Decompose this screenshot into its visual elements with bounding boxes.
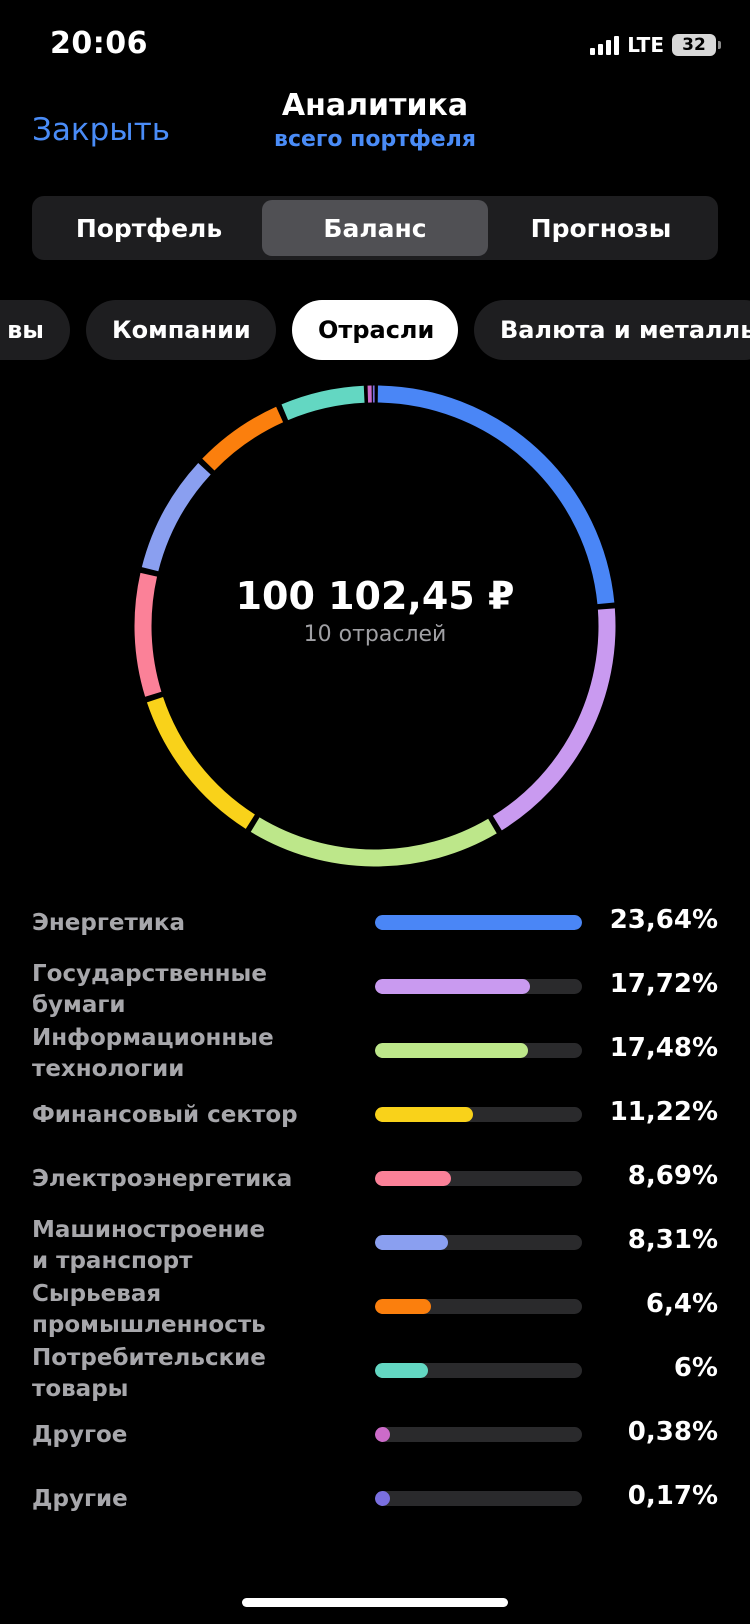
- legend-bar-track: [375, 1299, 582, 1314]
- legend-bar-track: [375, 1043, 582, 1058]
- status-indicators: LTE 32: [590, 32, 721, 58]
- legend-percent: 6%: [673, 1353, 718, 1383]
- legend-bar-fill: [375, 1363, 428, 1378]
- donut-segment: [377, 385, 615, 605]
- legend-percent: 0,17%: [627, 1481, 718, 1511]
- legend-bar-track: [375, 915, 582, 930]
- legend-bar-fill: [375, 1491, 390, 1506]
- legend-bar-fill: [375, 1235, 448, 1250]
- legend-bar-track: [375, 1363, 582, 1378]
- industries-count: 10 отраслей: [303, 622, 447, 647]
- legend-bar-fill: [375, 979, 531, 994]
- legend-percent: 0,38%: [627, 1417, 718, 1447]
- legend-bar-fill: [375, 1299, 432, 1314]
- page-subtitle: всего портфеля: [274, 127, 476, 152]
- donut-segment: [250, 817, 497, 867]
- home-indicator: [242, 1598, 508, 1607]
- legend-label: Электроэнергетика: [32, 1166, 293, 1192]
- filter-chips: вы Компании Отрасли Валюта и металлы: [0, 300, 750, 360]
- donut-center: 100 102,45 ₽ 10 отраслей: [125, 574, 625, 647]
- legend-percent: 11,22%: [609, 1097, 718, 1127]
- legend-label: Финансовый сектор: [32, 1102, 298, 1128]
- legend-bar-fill: [375, 1427, 390, 1442]
- chip-currency-metals[interactable]: Валюта и металлы: [474, 300, 750, 360]
- legend-bar-fill: [375, 1107, 474, 1122]
- legend-bar-track: [375, 1427, 582, 1442]
- legend-label: Сырьевая промышленность: [32, 1281, 266, 1338]
- donut-segment: [141, 462, 211, 572]
- legend-label: Другие: [32, 1486, 128, 1512]
- legend-bar-track: [375, 1491, 582, 1506]
- header-title-block: Аналитика всего портфеля: [0, 88, 750, 152]
- segmented-control: Портфель Баланс Прогнозы: [32, 196, 718, 260]
- page-title: Аналитика: [281, 88, 469, 123]
- network-label: LTE: [627, 33, 664, 57]
- legend-bar-track: [375, 1171, 582, 1186]
- legend-percent: 17,48%: [609, 1033, 718, 1063]
- legend-bar-track: [375, 1107, 582, 1122]
- legend-label: Информационные технологии: [32, 1025, 274, 1082]
- donut-segment: [146, 696, 255, 829]
- legend-percent: 23,64%: [609, 905, 718, 935]
- tab-portfolio[interactable]: Портфель: [36, 200, 262, 256]
- legend-bar-fill: [375, 915, 582, 930]
- battery-level: 32: [682, 35, 706, 55]
- legend-label: Энергетика: [32, 910, 186, 936]
- legend-bar-fill: [375, 1171, 452, 1186]
- legend-label: Другое: [32, 1422, 128, 1448]
- legend-bar-track: [375, 979, 582, 994]
- legend-label: Потребительские товары: [32, 1345, 266, 1402]
- tab-balance[interactable]: Баланс: [262, 200, 488, 256]
- signal-icon: [590, 35, 620, 55]
- status-bar: 20:06 LTE 32: [0, 0, 750, 90]
- chip-companies[interactable]: Компании: [86, 300, 276, 360]
- donut-segment: [202, 406, 284, 471]
- legend-percent: 6,4%: [645, 1289, 718, 1319]
- portfolio-total: 100 102,45 ₽: [235, 574, 515, 618]
- legend-bar-fill: [375, 1043, 529, 1058]
- battery-icon: 32: [672, 34, 721, 56]
- legend-bar-track: [375, 1235, 582, 1250]
- chip-industries[interactable]: Отрасли: [292, 300, 458, 360]
- legend-percent: 8,69%: [627, 1161, 718, 1191]
- legend-label: Машиностроение и транспорт: [32, 1217, 266, 1274]
- tab-forecasts[interactable]: Прогнозы: [488, 200, 714, 256]
- donut-segment: [281, 385, 365, 421]
- legend-percent: 17,72%: [609, 969, 718, 999]
- legend-label: Государственные бумаги: [32, 961, 267, 1018]
- status-time: 20:06: [50, 26, 148, 61]
- legend-percent: 8,31%: [627, 1225, 718, 1255]
- chip-assets[interactable]: вы: [0, 300, 70, 360]
